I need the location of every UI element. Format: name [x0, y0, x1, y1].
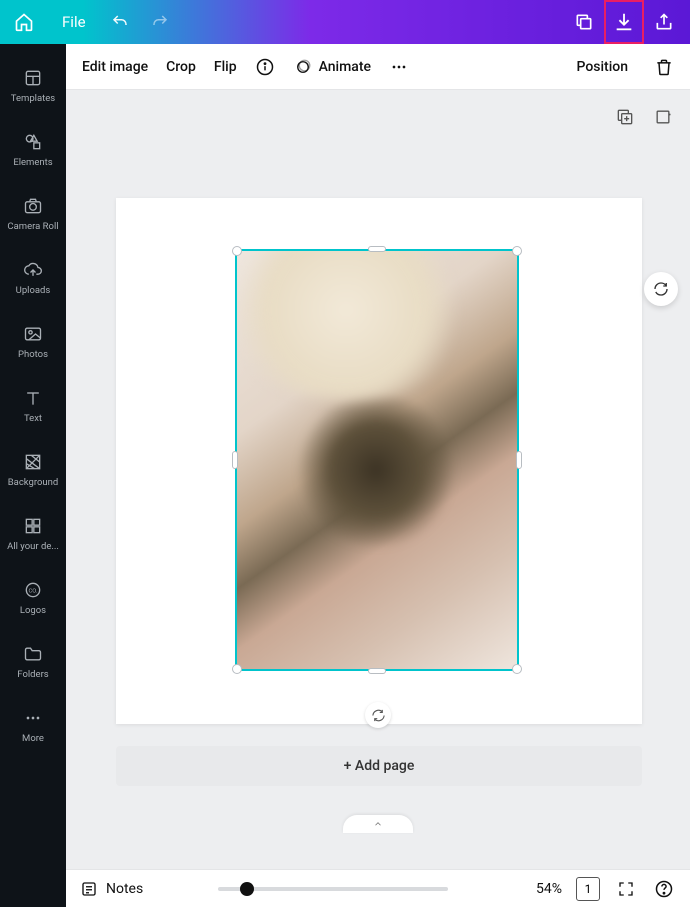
notes-icon: [80, 880, 98, 898]
edit-image-button[interactable]: Edit image: [82, 59, 148, 75]
elements-icon: [23, 132, 43, 152]
sidebar-label: Folders: [17, 669, 48, 680]
sidebar-label: Photos: [18, 349, 48, 360]
sidebar-item-elements[interactable]: Elements: [0, 118, 66, 182]
designs-icon: [23, 516, 43, 536]
duplicate-page-button[interactable]: [612, 104, 638, 130]
fullscreen-button[interactable]: [614, 877, 638, 901]
templates-icon: [23, 68, 43, 88]
top-bar: File: [0, 0, 690, 44]
sidebar-label: All your de...: [7, 541, 59, 552]
sidebar-item-text[interactable]: Text: [0, 374, 66, 438]
logos-icon: CO.: [23, 580, 43, 600]
zoom-control: [157, 887, 508, 891]
sidebar-label: Camera Roll: [7, 221, 58, 232]
sidebar-label: Background: [8, 477, 59, 488]
sidebar-item-photos[interactable]: Photos: [0, 310, 66, 374]
floating-undo-button[interactable]: [644, 272, 678, 306]
zoom-value[interactable]: 54%: [536, 881, 562, 897]
sidebar-label: Uploads: [16, 285, 51, 296]
top-bar-right: [564, 0, 690, 44]
page-indicator[interactable]: 1: [576, 877, 600, 901]
more-icon: [23, 708, 43, 728]
sidebar-item-logos[interactable]: CO. Logos: [0, 566, 66, 630]
sidebar-item-background[interactable]: Background: [0, 438, 66, 502]
canvas-area[interactable]: + Add page: [66, 90, 690, 869]
sidebar-label: Text: [24, 413, 42, 424]
rotate-button[interactable]: [365, 702, 391, 728]
camera-icon: [23, 196, 43, 216]
canvas-page-actions: [612, 104, 676, 130]
undo-button[interactable]: [100, 0, 140, 44]
crop-button[interactable]: Crop: [166, 59, 196, 75]
image-placeholder: [236, 250, 518, 670]
notes-button[interactable]: Notes: [80, 880, 143, 898]
notes-label: Notes: [106, 881, 143, 897]
help-button[interactable]: [652, 877, 676, 901]
photos-icon: [23, 324, 43, 344]
flip-button[interactable]: Flip: [214, 59, 237, 75]
sidebar-item-camera-roll[interactable]: Camera Roll: [0, 182, 66, 246]
info-icon[interactable]: [255, 57, 275, 77]
animate-button[interactable]: Animate: [293, 57, 371, 77]
position-button[interactable]: Position: [576, 59, 628, 75]
folders-icon: [23, 644, 43, 664]
sidebar-label: Elements: [13, 157, 52, 168]
share-button[interactable]: [644, 0, 684, 44]
add-page-icon-button[interactable]: [650, 104, 676, 130]
content-row: Templates Elements Camera Roll Uploads P…: [0, 44, 690, 907]
uploads-icon: [23, 260, 43, 280]
selected-image[interactable]: [236, 250, 518, 670]
sidebar-label: More: [22, 733, 44, 744]
top-bar-left: File: [0, 0, 180, 44]
animate-icon: [293, 57, 313, 77]
main-area: Edit image Crop Flip Animate Position: [66, 44, 690, 907]
sidebar-item-all-designs[interactable]: All your de...: [0, 502, 66, 566]
delete-button[interactable]: [654, 57, 674, 77]
sidebar-item-templates[interactable]: Templates: [0, 54, 66, 118]
file-menu[interactable]: File: [48, 5, 100, 39]
copy-design-button[interactable]: [564, 0, 604, 44]
sidebar-label: Templates: [11, 93, 55, 104]
redo-button[interactable]: [140, 0, 180, 44]
bottom-bar: Notes 54% 1: [66, 869, 690, 907]
zoom-slider[interactable]: [218, 887, 448, 891]
background-icon: [23, 452, 43, 472]
add-page-button[interactable]: + Add page: [116, 746, 642, 786]
image-toolbar: Edit image Crop Flip Animate Position: [66, 44, 690, 90]
pages-drawer-handle[interactable]: [343, 815, 413, 833]
more-options-icon[interactable]: [389, 57, 409, 77]
sidebar-item-uploads[interactable]: Uploads: [0, 246, 66, 310]
sidebar-item-more[interactable]: More: [0, 694, 66, 758]
sidebar-item-folders[interactable]: Folders: [0, 630, 66, 694]
download-button[interactable]: [604, 0, 644, 44]
home-button[interactable]: [0, 0, 48, 44]
zoom-slider-thumb[interactable]: [240, 882, 254, 896]
animate-label: Animate: [319, 59, 371, 75]
text-icon: [23, 388, 43, 408]
sidebar: Templates Elements Camera Roll Uploads P…: [0, 44, 66, 907]
svg-text:CO.: CO.: [28, 589, 38, 595]
sidebar-label: Logos: [20, 605, 46, 616]
